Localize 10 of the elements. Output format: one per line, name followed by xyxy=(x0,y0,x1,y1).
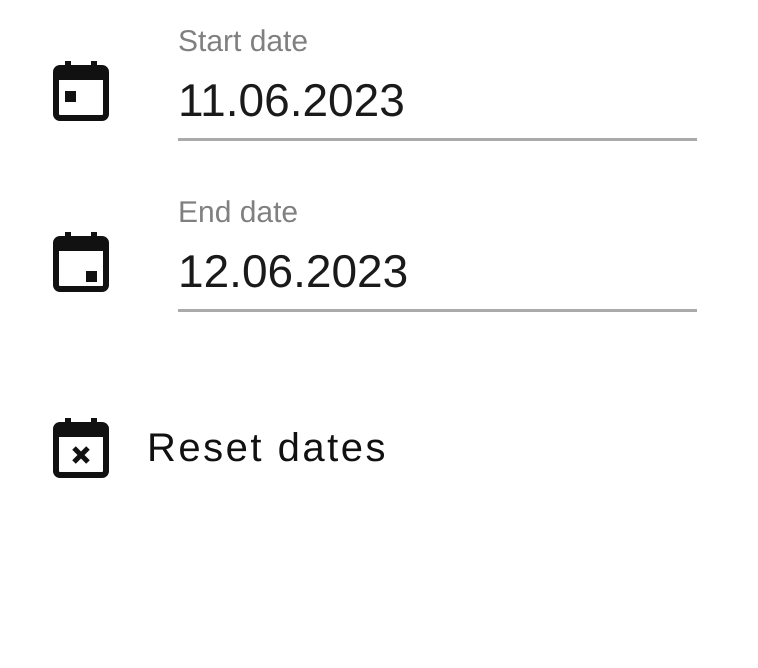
reset-dates-button[interactable]: Reset dates xyxy=(53,418,388,478)
field-label: End date xyxy=(178,195,300,231)
calendar-icon xyxy=(53,232,109,292)
date-field[interactable]: Start date 11.06.2023 xyxy=(178,22,697,141)
field-value: 11.06.2023 xyxy=(178,73,406,128)
field-label: Start date xyxy=(178,24,310,60)
calendar-icon xyxy=(53,61,109,121)
calendar-clear-icon xyxy=(53,418,109,478)
date-field[interactable]: End date 12.06.2023 xyxy=(178,193,697,312)
field-value: 12.06.2023 xyxy=(178,244,410,299)
